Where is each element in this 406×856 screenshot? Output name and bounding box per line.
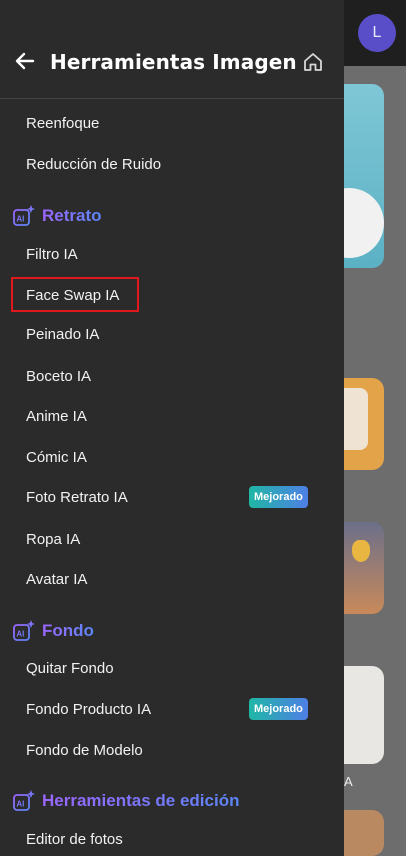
menu-item-reenfoque[interactable]: Reenfoque: [26, 111, 99, 137]
page-title: Herramientas Imagen: [50, 50, 297, 74]
svg-text:AI: AI: [16, 214, 24, 223]
background-card: [344, 666, 384, 764]
section-retrato: AI Retrato: [12, 202, 102, 230]
menu-item-editor-de-fotos[interactable]: Editor de fotos: [26, 827, 123, 853]
menu-item-foto-retrato-ia[interactable]: Foto Retrato IA: [26, 485, 128, 511]
menu-item-avatar-ia[interactable]: Avatar IA: [26, 567, 87, 593]
menu-item-ropa-ia[interactable]: Ropa IA: [26, 527, 80, 553]
menu-item-peinado-ia[interactable]: Peinado IA: [26, 322, 99, 348]
menu-item-boceto-ia[interactable]: Boceto IA: [26, 364, 91, 390]
ai-sparkle-icon: AI: [13, 205, 35, 226]
menu-item-fondo-de-modelo[interactable]: Fondo de Modelo: [26, 738, 143, 764]
improved-badge: Mejorado: [249, 486, 308, 508]
section-label: Fondo: [42, 621, 94, 640]
background-card-label: A: [344, 774, 353, 789]
ai-sparkle-icon: AI: [13, 620, 35, 641]
section-herramientas-edicion: AI Herramientas de edición: [12, 787, 239, 815]
arrow-left-icon: [15, 52, 35, 70]
menu-item-reduccion-ruido[interactable]: Reducción de Ruido: [26, 152, 161, 178]
menu-item-anime-ia[interactable]: Anime IA: [26, 404, 87, 430]
home-icon: [304, 53, 322, 71]
menu-item-filtro-ia[interactable]: Filtro IA: [26, 242, 78, 268]
section-label: Herramientas de edición: [42, 791, 240, 810]
drawer-header: Herramientas Imagen: [0, 0, 344, 99]
highlight-box: [11, 277, 139, 312]
menu-item-quitar-fondo[interactable]: Quitar Fondo: [26, 656, 114, 682]
improved-badge: Mejorado: [249, 698, 308, 720]
menu-item-fondo-producto-ia[interactable]: Fondo Producto IA: [26, 697, 151, 723]
avatar[interactable]: L: [358, 14, 396, 52]
section-label: Retrato: [42, 206, 102, 225]
svg-text:AI: AI: [16, 799, 24, 808]
home-button[interactable]: [300, 49, 326, 75]
ai-sparkle-icon: AI: [13, 790, 35, 811]
svg-text:AI: AI: [16, 629, 24, 638]
background-card: [344, 84, 384, 268]
back-button[interactable]: [12, 48, 38, 74]
tools-drawer: Herramientas Imagen Reenfoque Reducción …: [0, 0, 344, 856]
section-fondo: AI Fondo: [12, 617, 94, 645]
avatar-letter: L: [372, 24, 382, 41]
background-card: [344, 810, 384, 856]
background-card: [344, 378, 384, 470]
menu-item-comic-ia[interactable]: Cómic IA: [26, 445, 87, 471]
background-card: [344, 522, 384, 614]
